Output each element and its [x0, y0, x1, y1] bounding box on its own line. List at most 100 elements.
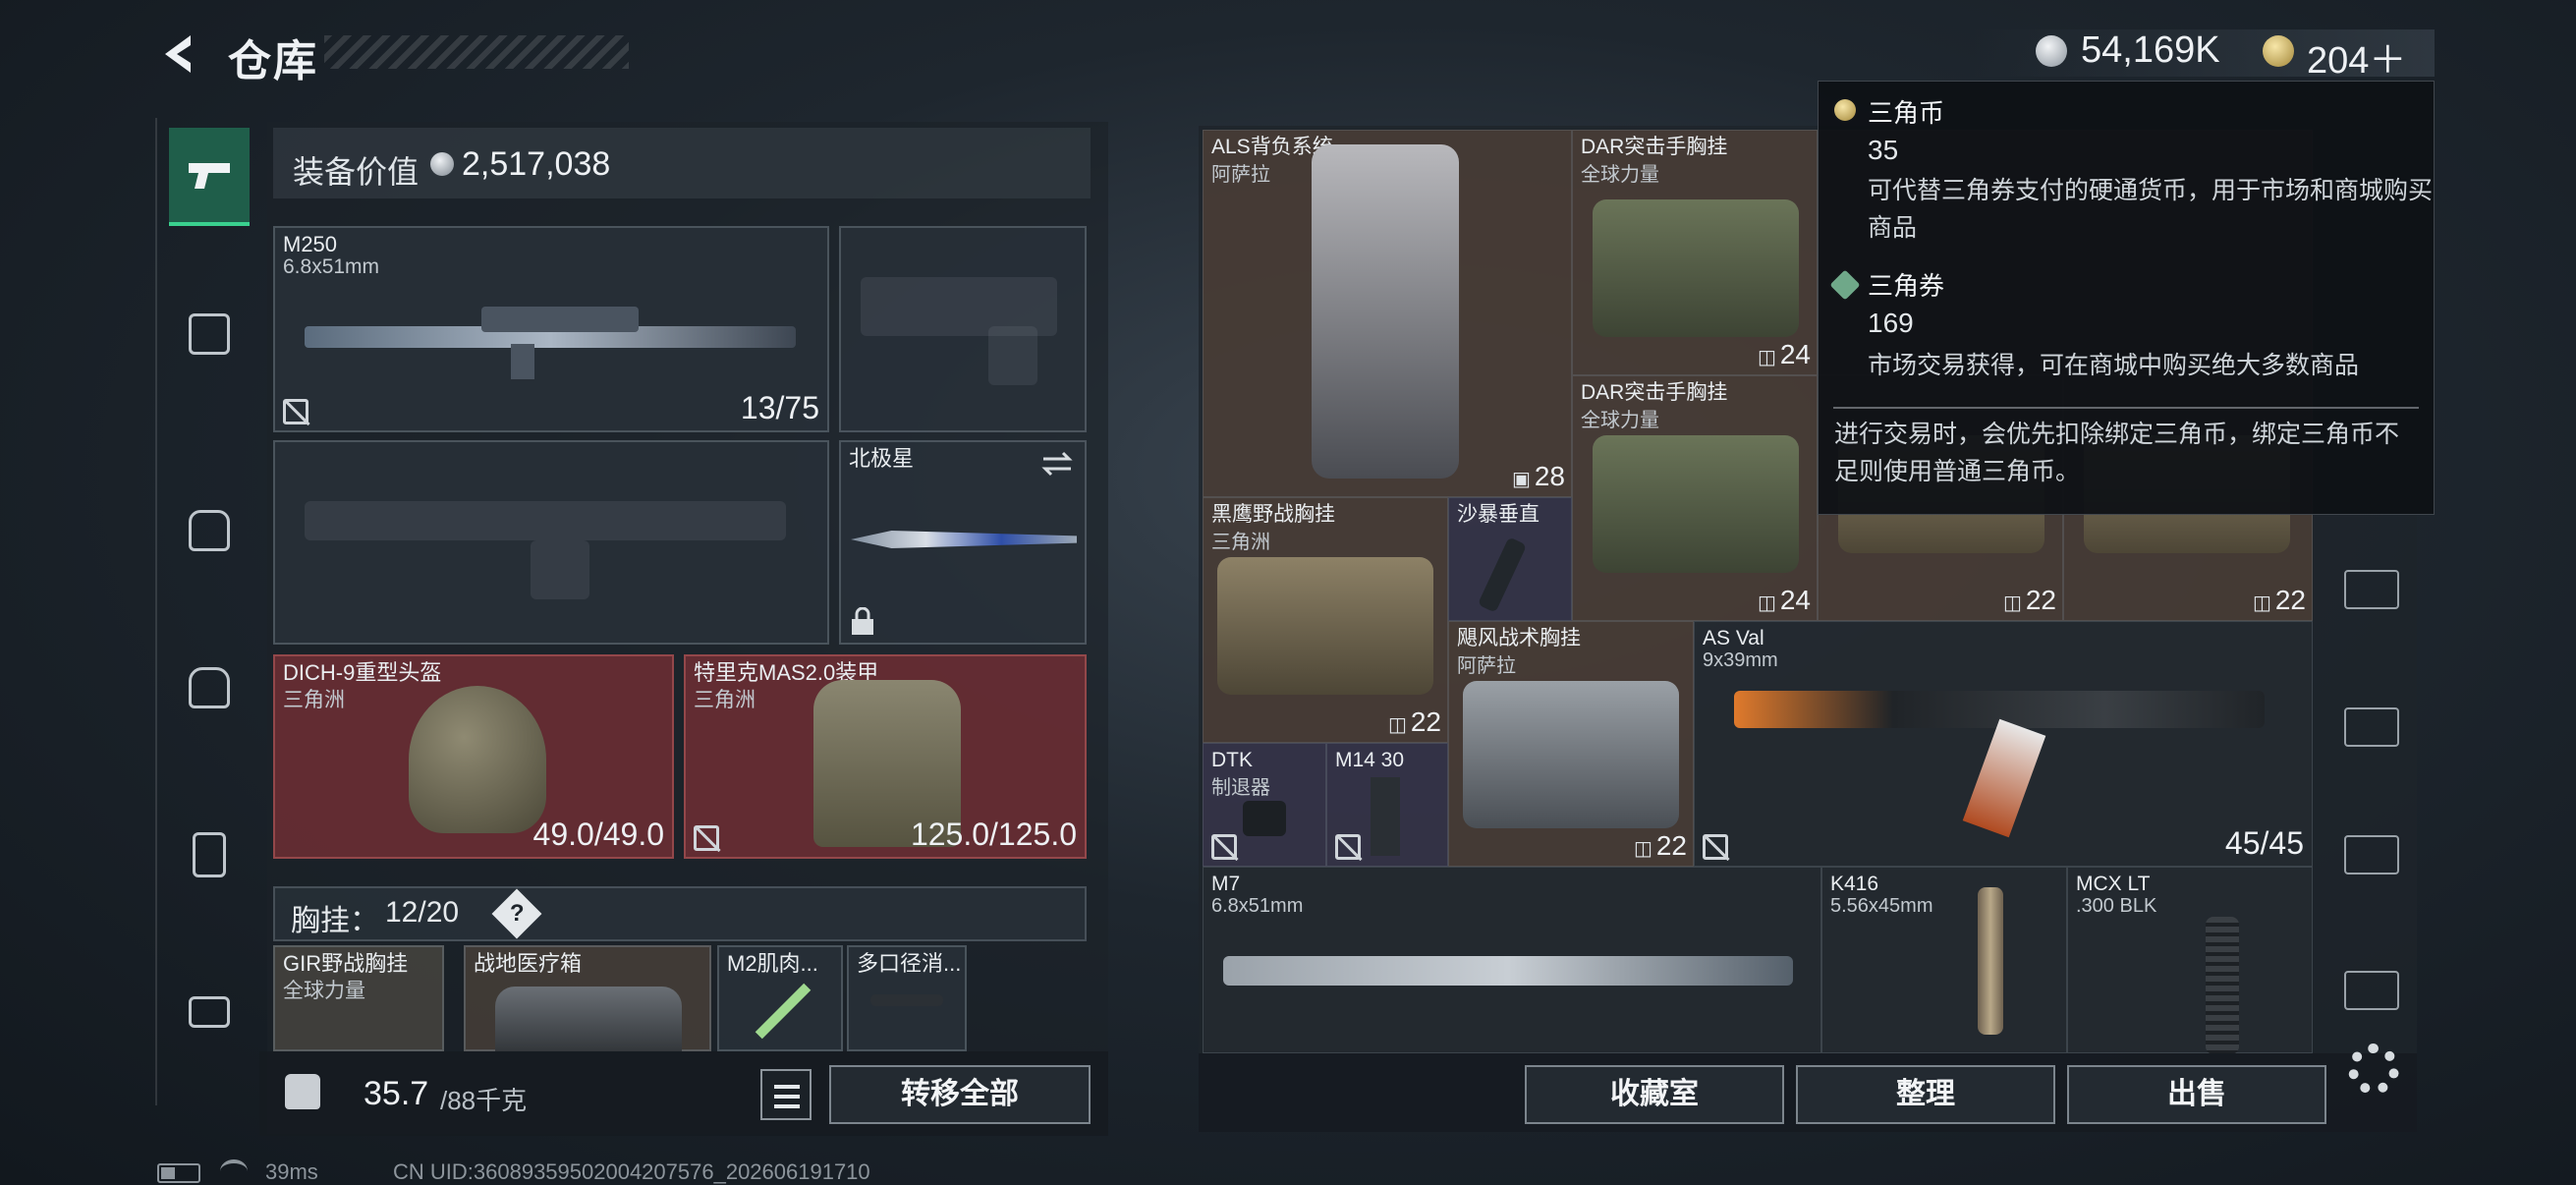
equipment-value-label: 装备价值	[293, 154, 420, 190]
no-bind-icon	[1703, 834, 1728, 860]
weight-icon	[285, 1074, 320, 1109]
nav-chest-rig[interactable]	[169, 285, 250, 383]
capacity-badge: ◫ 22	[1388, 706, 1441, 738]
collection-room-button[interactable]: 收藏室	[1525, 1065, 1784, 1124]
stash-item-grip[interactable]: 沙暴垂直	[1448, 497, 1572, 621]
injector-item[interactable]: M2肌肉...	[717, 945, 843, 1051]
hafcoin-balance[interactable]: 54,169K	[2081, 29, 2220, 72]
delta-coin-icon	[2263, 35, 2294, 67]
suppressor-image	[1978, 887, 2003, 1035]
item-name: GIR野战胸挂	[283, 951, 409, 976]
list-view-icon[interactable]	[760, 1069, 812, 1120]
no-bind-icon	[1211, 834, 1237, 860]
item-name: 沙暴垂直	[1457, 503, 1540, 526]
nav-weapons[interactable]	[169, 128, 250, 226]
stash-item-chest-rig[interactable]: 飓风战术胸挂 阿萨拉 ◫ 22	[1448, 621, 1694, 867]
title-decoration	[324, 35, 629, 69]
toolbox-icon	[189, 996, 230, 1028]
item-sub: 6.8x51mm	[1211, 895, 1304, 917]
chest-rig-item[interactable]: GIR野战胸挂 全球力量	[273, 945, 444, 1051]
no-bind-icon	[1335, 834, 1361, 860]
item-name: AS Val	[1703, 627, 1764, 649]
transfer-all-button[interactable]: 转移全部	[829, 1065, 1091, 1124]
stash-item-muzzle[interactable]: DTK 制退器	[1203, 743, 1326, 867]
sort-button[interactable]: 整理	[1796, 1065, 2055, 1124]
stash-item-magazine[interactable]: M14 30	[1326, 743, 1448, 867]
item-sub: 三角洲	[1211, 532, 1270, 553]
vest-icon	[189, 313, 230, 355]
vest-capacity-icon: ◫	[2002, 592, 2022, 614]
settings-gear-icon[interactable]	[2348, 1044, 2399, 1095]
stash-item-chest-rig[interactable]: 黑鹰野战胸挂 三角洲 ◫ 22	[1203, 497, 1448, 743]
lock-icon	[852, 607, 873, 635]
badge-value: 22	[2025, 585, 2056, 615]
medkit-item[interactable]: 战地医疗箱	[464, 945, 711, 1051]
vest-capacity-icon: ◫	[1757, 592, 1776, 614]
nav-pouch[interactable]	[169, 639, 250, 737]
gti-slot-icon[interactable]	[2344, 971, 2399, 1010]
capacity-badge: ◫ 24	[1758, 585, 1811, 616]
wifi-icon	[220, 1159, 248, 1183]
capacity-badge: ▣ 28	[1512, 461, 1565, 492]
injector-image	[755, 983, 812, 1040]
item-sub: .300 BLK	[2076, 895, 2157, 917]
armor-slot[interactable]: 特里克MAS2.0装甲 三角洲 125.0/125.0	[684, 654, 1087, 859]
delta-coin-balance[interactable]: 204＋	[2307, 29, 2406, 84]
back-arrow-icon[interactable]	[155, 29, 204, 79]
container-slot-icon[interactable]	[2344, 835, 2399, 875]
no-bind-icon	[283, 399, 308, 424]
player-uid: CN UID:3608935950200420757­6_20260619171…	[393, 1159, 870, 1184]
no-bind-icon	[694, 825, 719, 851]
nav-case[interactable]	[169, 806, 250, 904]
item-sub: 阿萨拉	[1211, 164, 1270, 186]
delta-coin-icon	[1834, 99, 1856, 121]
stash-item-rifle[interactable]: AS Val 9x39mm 45/45	[1694, 621, 2313, 867]
stash-item-rifle[interactable]: M7 6.8x51mm	[1203, 867, 1821, 1053]
tooltip-ticket-amount: 169	[1868, 308, 1914, 338]
loadout-nav	[155, 118, 259, 1105]
sell-button[interactable]: 出售	[2067, 1065, 2326, 1124]
secondary-weapon-slot[interactable]	[273, 440, 829, 645]
item-sub: 全球力量	[283, 980, 365, 1002]
pistol-slot[interactable]	[839, 226, 1087, 432]
melee-name: 北极星	[849, 446, 915, 471]
primary-weapon-slot[interactable]: M250 6.8x51mm 13/75	[273, 226, 829, 432]
helmet-slot[interactable]: DICH-9重型头盔 三角洲 49.0/49.0	[273, 654, 674, 859]
stash-item-suppressor[interactable]: MCX LT .300 BLK	[2067, 867, 2313, 1054]
stash-item-chest-rig[interactable]: DAR突击手胸挂 全球力量 ◫ 24	[1572, 375, 1818, 621]
melee-slot[interactable]: 北极星	[839, 440, 1087, 645]
tooltip-ticket-title: 三角券	[1868, 271, 1945, 301]
knife-image	[851, 531, 1077, 548]
chest-rig-capacity: 12/20	[385, 896, 460, 929]
nav-toolbox[interactable]	[169, 963, 250, 1061]
capacity-badge: ◫ 22	[2003, 585, 2056, 616]
tooltip-coin-amount: 35	[1868, 135, 1899, 165]
magazine-image	[1371, 777, 1400, 856]
suppressor-item[interactable]: 多口径消...	[847, 945, 967, 1051]
stash-item-suppressor[interactable]: K416 5.56x45mm	[1821, 867, 2067, 1053]
rifle-placeholder-icon	[305, 501, 786, 540]
item-name: 黑鹰野战胸挂	[1211, 503, 1335, 526]
item-sub: 全球力量	[1581, 410, 1659, 431]
tooltip-ticket-desc: 市场交易获得，可在商城中购买绝大多数商品	[1868, 352, 2360, 379]
backpack-image	[1312, 144, 1459, 479]
pistol-placeholder-grip	[988, 326, 1037, 385]
item-name: 多口径消...	[857, 951, 962, 976]
vest-capacity-icon: ◫	[1633, 838, 1652, 860]
suppressor-image	[2206, 917, 2239, 1054]
case-slot-icon[interactable]	[2344, 570, 2399, 609]
battery-icon	[157, 1163, 200, 1183]
nav-backpack[interactable]	[169, 481, 250, 580]
vest-capacity-icon: ◫	[1757, 347, 1776, 368]
chest-rig-image	[1217, 557, 1433, 695]
item-name: M7	[1211, 873, 1241, 895]
medkit-slot-icon[interactable]	[2344, 707, 2399, 747]
swap-icon[interactable]	[1039, 450, 1075, 478]
badge-value: 24	[1779, 339, 1811, 369]
badge-value: 24	[1779, 585, 1811, 615]
capacity-badge: ◫ 22	[1634, 830, 1687, 862]
capacity-badge: ◫ 24	[1758, 339, 1811, 370]
weight-capacity: /88千克	[440, 1086, 528, 1115]
stash-item-chest-rig[interactable]: DAR突击手胸挂 全球力量 ◫ 24	[1572, 130, 1818, 375]
stash-item-backpack[interactable]: ALS背负系统 阿萨拉 ▣ 28	[1203, 130, 1572, 497]
